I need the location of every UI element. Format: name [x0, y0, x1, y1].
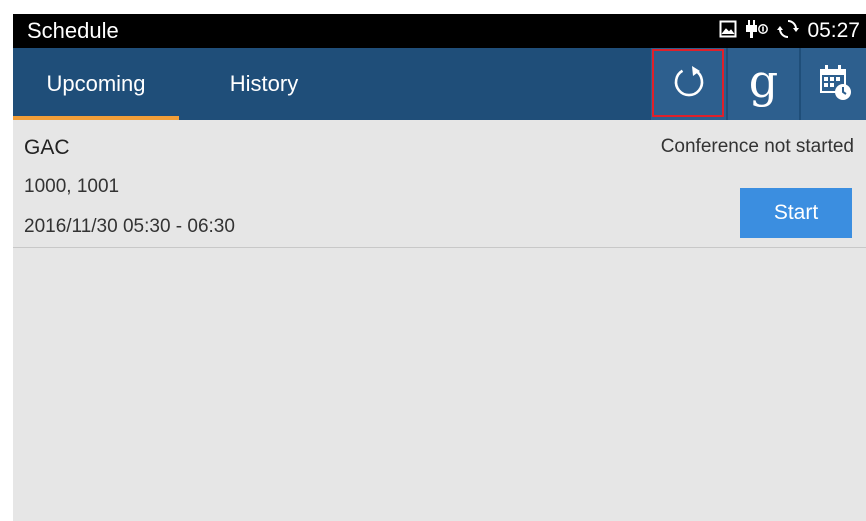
usb-debug-icon: [745, 18, 769, 45]
app-title: Schedule: [27, 18, 119, 43]
calendar-clock-icon: [814, 62, 854, 107]
image-icon: [719, 20, 737, 43]
device-screen: Schedule 05:27 Upcoming History g GAC 10…: [13, 14, 866, 521]
meeting-title: GAC: [24, 136, 70, 159]
google-sync-button[interactable]: g: [728, 48, 799, 120]
meeting-participants: 1000, 1001: [24, 176, 120, 197]
meeting-time-range: 2016/11/30 05:30 - 06:30: [24, 216, 235, 237]
google-g-icon: g: [748, 54, 779, 108]
calendar-button[interactable]: [801, 48, 866, 120]
refresh-button[interactable]: [651, 48, 726, 120]
toolbar: Upcoming History g: [13, 48, 866, 120]
meeting-status: Conference not started: [660, 136, 854, 157]
refresh-icon: [669, 62, 709, 107]
tab-history[interactable]: History: [179, 48, 349, 120]
status-time: 05:27: [807, 19, 860, 42]
list-item[interactable]: GAC 1000, 1001 2016/11/30 05:30 - 06:30 …: [13, 120, 866, 248]
tab-upcoming[interactable]: Upcoming: [13, 48, 179, 120]
sync-icon: [777, 18, 800, 45]
tab-upcoming-label: Upcoming: [46, 71, 146, 96]
tab-history-label: History: [229, 71, 299, 96]
status-bar: Schedule 05:27: [13, 14, 866, 48]
start-button[interactable]: Start: [740, 188, 852, 238]
status-icons: 05:27: [719, 17, 860, 45]
